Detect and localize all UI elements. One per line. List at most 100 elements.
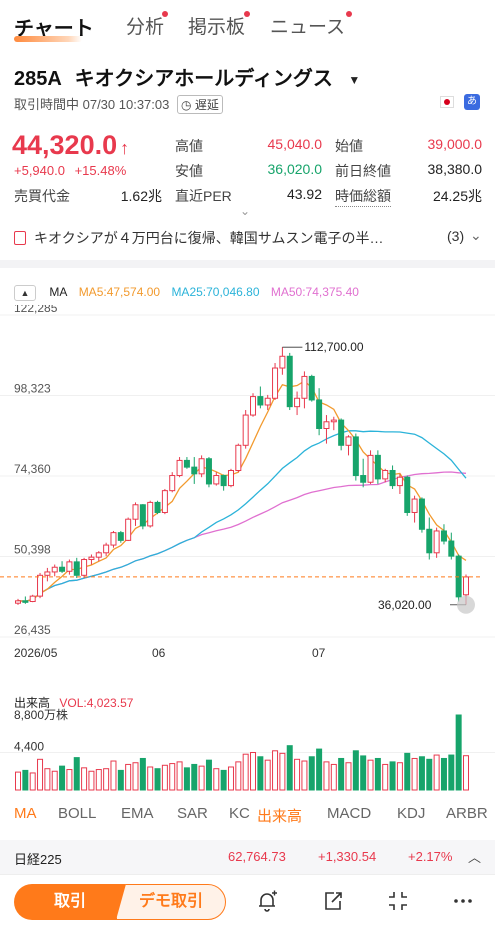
ma-legend: ▲ MA MA5:47,574.00 MA25:70,046.80 MA50:7… — [14, 285, 367, 301]
candle-body — [22, 600, 29, 603]
open-value: 39,000.0 — [427, 136, 483, 152]
candle-body — [227, 469, 234, 487]
market-cap-label[interactable]: 時価総額 — [335, 186, 391, 207]
volume-bar — [272, 750, 279, 791]
indicator-tab-boll[interactable]: BOLL — [58, 805, 96, 822]
market-cap-value: 24.25兆 — [432, 188, 482, 204]
volume-bar — [257, 756, 264, 791]
candle-body — [294, 397, 301, 408]
candle-body — [374, 454, 381, 480]
volume-title-label: 出来高 — [14, 696, 51, 710]
volume-bar — [323, 761, 330, 791]
indicator-tab-sar[interactable]: SAR — [177, 805, 208, 822]
volume-bar — [227, 766, 234, 791]
candle-body — [396, 476, 403, 487]
candle-body — [132, 504, 139, 520]
candlestick-chart[interactable]: 122,285 98,323 74,360 50,398 26,435 2026/05 06… — [0, 305, 495, 805]
price-value: 44,320.0 — [12, 130, 118, 160]
bell-plus-icon[interactable] — [254, 888, 280, 914]
min-price-label: 36,020.00 — [378, 598, 432, 612]
tab-analysis[interactable]: 分析 — [126, 12, 164, 39]
candle-body — [257, 396, 264, 406]
candle-body — [433, 530, 440, 554]
turnover-value: 1.62兆 — [120, 188, 162, 204]
nikkei-change: +1,330.54 — [318, 849, 377, 864]
translate-icon[interactable]: あ — [464, 94, 480, 110]
stock-code: 285A — [14, 68, 62, 90]
indicator-tab-kc[interactable]: KC — [229, 805, 250, 822]
price-change: +5,940.0 +15.48% — [14, 163, 126, 178]
volume-bar — [220, 769, 227, 791]
indicator-tab-ema[interactable]: EMA — [121, 805, 154, 822]
volume-bar — [352, 750, 359, 791]
volume-bar — [418, 756, 425, 791]
ma-toggle-label[interactable]: MA — [49, 285, 67, 299]
change-percent: +15.48% — [74, 163, 127, 178]
nikkei-index-bar[interactable]: 日経225 62,764.73 +1,330.54 +2.17% ︿ — [0, 840, 495, 874]
candle-body — [286, 355, 293, 408]
candle-body — [169, 475, 176, 492]
indicator-tab-arbr[interactable]: ARBR — [446, 805, 488, 822]
volume-bar — [396, 762, 403, 791]
open-label: 始値 — [335, 138, 363, 154]
section-divider — [0, 260, 495, 268]
news-ticker[interactable]: キオクシアが４万円台に復帰、韓国サムスン電子の半… (3) ⌄ — [14, 227, 484, 250]
chevron-down-icon: ▼ — [348, 72, 361, 87]
candle-body — [440, 530, 447, 542]
indicator-tab-kdj[interactable]: KDJ — [397, 805, 425, 822]
low-label: 安値 — [175, 163, 203, 179]
candle-body — [15, 600, 21, 604]
high-label: 高値 — [175, 138, 203, 154]
volume-bar — [345, 762, 352, 791]
candle-body — [316, 399, 323, 429]
volume-bar — [301, 760, 308, 791]
volume-bar — [51, 770, 58, 791]
nikkei-percent: +2.17% — [408, 849, 453, 864]
volume-bar — [330, 763, 337, 791]
volume-bar — [455, 714, 462, 791]
more-icon[interactable] — [450, 888, 476, 914]
indicator-tab-macd[interactable]: MACD — [327, 805, 371, 822]
demo-trade-button[interactable]: デモ取引 — [116, 884, 226, 920]
collapse-toggle-icon[interactable]: ▲ — [14, 285, 36, 301]
indicator-tab-ma[interactable]: MA — [14, 805, 37, 822]
volume-bar — [389, 761, 396, 791]
tab-board[interactable]: 掲示板 — [188, 12, 245, 39]
candle-body — [198, 458, 205, 475]
per-value: 43.92 — [286, 186, 322, 202]
volume-bar — [110, 760, 117, 791]
collapse-icon[interactable] — [385, 888, 411, 914]
arrow-up-icon: ↑ — [120, 138, 130, 158]
tab-news[interactable]: ニュース — [270, 12, 345, 39]
y-tick-label: 26,435 — [14, 623, 51, 637]
candle-body — [264, 397, 271, 406]
candle-body — [103, 544, 110, 554]
candle-body — [426, 528, 433, 554]
x-tick-label: 06 — [152, 646, 166, 660]
volume-bar — [95, 769, 102, 791]
share-icon[interactable] — [320, 888, 346, 914]
candle-body — [235, 444, 242, 471]
indicator-tab-volume[interactable]: 出来高 — [257, 805, 302, 826]
bottom-action-bar: 取引 デモ取引 — [0, 874, 495, 927]
expand-chevron-icon[interactable]: ⌄ — [240, 204, 250, 218]
candle-body — [95, 552, 102, 558]
candle-body — [242, 414, 249, 446]
volume-bar — [15, 771, 21, 791]
chevron-up-icon: ︿ — [468, 850, 482, 865]
trade-button[interactable]: 取引 — [14, 884, 126, 920]
stock-title[interactable]: 285A キオクシアホールディングス ▼ — [14, 62, 360, 91]
turnover-label: 売買代金 — [14, 188, 70, 204]
volume-bar — [59, 765, 66, 791]
volume-bar — [433, 754, 440, 791]
active-tab-indicator — [14, 36, 82, 42]
high-value: 45,040.0 — [267, 136, 323, 152]
volume-bar — [316, 748, 323, 791]
candle-body — [176, 459, 183, 477]
candle-body — [37, 574, 44, 597]
volume-bar — [404, 752, 411, 791]
volume-bar — [147, 766, 154, 791]
volume-bar — [205, 759, 212, 791]
volume-bar — [308, 756, 315, 791]
change-value: +5,940.0 — [14, 163, 65, 178]
